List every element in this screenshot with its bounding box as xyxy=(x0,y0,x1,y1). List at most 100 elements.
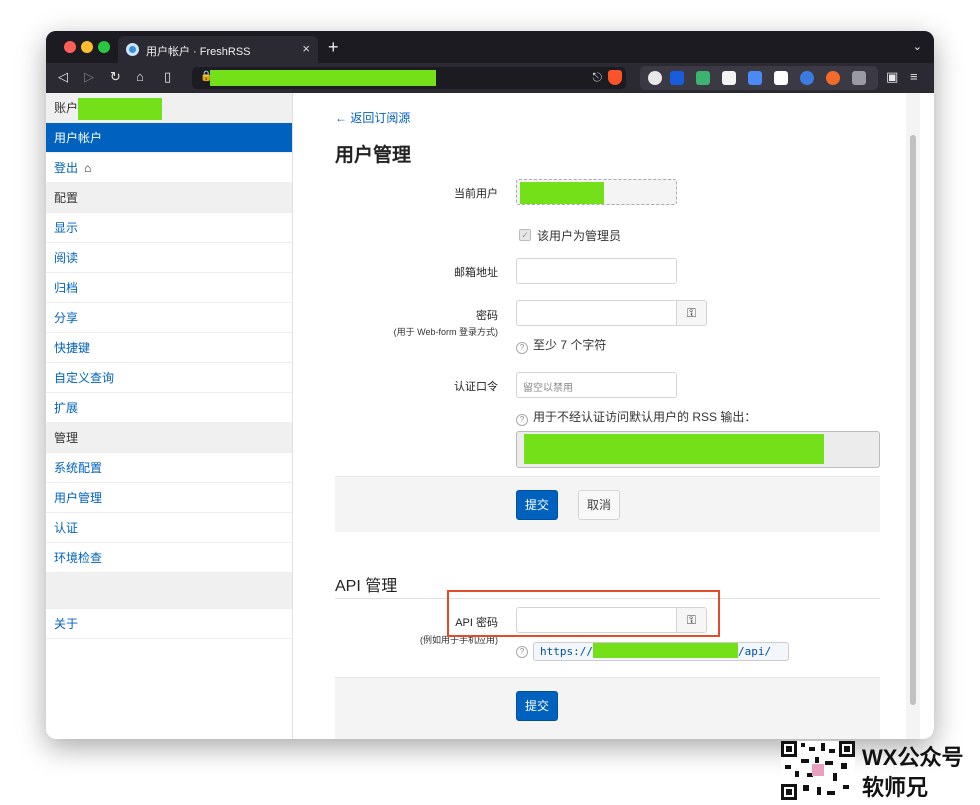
forward-icon[interactable]: ▷ xyxy=(84,69,94,85)
api-url: https:// /api/ xyxy=(533,642,789,661)
sidebar-item[interactable]: 阅读 xyxy=(46,243,292,273)
back-to-feeds-link[interactable]: ← 返回订阅源 xyxy=(335,109,410,126)
sidebar-item-label: 登出 xyxy=(54,161,79,175)
bookmark-icon[interactable]: ▯ xyxy=(164,69,171,85)
upload-icon[interactable] xyxy=(800,71,814,85)
api-url-prefix: https:// xyxy=(540,645,593,658)
password-label: 密码 xyxy=(476,310,498,322)
cancel-button[interactable]: 取消 xyxy=(578,490,620,520)
close-window-button[interactable] xyxy=(64,41,76,53)
sidebar-item-label: 环境检查 xyxy=(54,551,103,565)
address-bar[interactable]: 🔒 https:// ⎋ xyxy=(192,67,626,89)
sidebar-item-label: 系统配置 xyxy=(54,461,103,475)
scrollbar[interactable] xyxy=(906,93,920,739)
sidebar-section-header: 管理 xyxy=(46,423,292,453)
sidebar-item[interactable]: 关于 xyxy=(46,609,292,639)
sidebar-item[interactable]: 扩展 xyxy=(46,393,292,423)
wallet-icon[interactable]: ▣ xyxy=(886,69,898,85)
token-field[interactable]: 留空以禁用 xyxy=(516,372,677,398)
rss-output-url-field[interactable] xyxy=(516,431,880,468)
token-hint: ? 用于不经认证访问默认用户的 RSS 输出： xyxy=(516,408,756,426)
sidebar-item[interactable]: 分享 xyxy=(46,303,292,333)
translate-icon[interactable] xyxy=(748,71,762,85)
sidebar-item-label: 扩展 xyxy=(54,401,79,415)
orange-extension-icon[interactable] xyxy=(826,71,840,85)
chevron-down-icon[interactable]: ⌄ xyxy=(913,40,922,53)
tab-freshrss[interactable]: 用户帐户 · FreshRSS × xyxy=(118,36,318,63)
password-hint-text: 至少 7 个字符 xyxy=(533,338,607,352)
watermark-line2: 软师兄 xyxy=(862,775,929,800)
new-tab-button[interactable]: + xyxy=(328,38,339,56)
home-icon[interactable]: ⌂ xyxy=(136,69,144,85)
tab-title: 用户帐户 · FreshRSS xyxy=(146,46,251,58)
navigation-toolbar: ◁ ▷ ↻ ⌂ ▯ 🔒 https:// ⎋ ▣ ≡ xyxy=(46,63,934,93)
sidebar-item[interactable]: 认证 xyxy=(46,513,292,543)
sidebar-section-header xyxy=(46,573,292,609)
help-icon: ? xyxy=(516,342,528,354)
sidebar: 账户 用户帐户 登出 ⌂ 配置显示阅读归档分享快捷键自定义查询扩展管理系统配置用户管理… xyxy=(46,93,293,739)
shield-check-icon[interactable] xyxy=(696,71,710,85)
notion-icon[interactable] xyxy=(774,71,788,85)
api-section-title: API 管理 xyxy=(335,578,398,595)
email-label: 邮箱地址 xyxy=(454,267,498,279)
brave-shields-icon[interactable] xyxy=(608,70,622,85)
sidebar-item[interactable]: 环境检查 xyxy=(46,543,292,573)
is-admin-checkbox[interactable]: ✓ xyxy=(519,229,531,241)
api-form-actions: 提交 xyxy=(335,677,880,739)
sidebar-item-label: 分享 xyxy=(54,311,79,325)
bitwarden-icon[interactable] xyxy=(670,71,684,85)
current-user-label: 当前用户 xyxy=(454,188,498,200)
extensions-area xyxy=(640,66,878,90)
token-hint-text: 用于不经认证访问默认用户的 RSS 输出： xyxy=(533,410,757,424)
sidebar-item-label: 归档 xyxy=(54,281,79,295)
sidebar-item-label: 阅读 xyxy=(54,251,79,265)
password-key-button[interactable]: ⚿ xyxy=(676,300,707,326)
sidebar-item[interactable]: 归档 xyxy=(46,273,292,303)
main-content: ← 返回订阅源 用户管理 当前用户 ✓ 该用户为管理员 邮箱地址 密码 (用于 … xyxy=(294,93,920,739)
watermark-line1: WX公众号 xyxy=(862,745,964,770)
sidebar-item[interactable]: 系统配置 xyxy=(46,453,292,483)
sidebar-item-label: 管理 xyxy=(54,431,79,445)
cloud-extension-icon[interactable] xyxy=(648,71,662,85)
sidebar-item[interactable]: 快捷键 xyxy=(46,333,292,363)
sidebar-item-label: 快捷键 xyxy=(54,341,91,355)
minimize-window-button[interactable] xyxy=(81,41,93,53)
api-url-host-redacted xyxy=(592,643,738,658)
password-field[interactable] xyxy=(516,300,677,326)
sidebar-section-header: 配置 xyxy=(46,183,292,213)
scrollbar-thumb[interactable] xyxy=(910,135,916,705)
api-submit-button[interactable]: 提交 xyxy=(516,691,558,721)
is-admin-label: 该用户为管理员 xyxy=(537,229,622,243)
tab-close-icon[interactable]: × xyxy=(302,41,310,56)
form-actions: 提交 取消 xyxy=(335,476,880,532)
sidebar-item-label: 关于 xyxy=(54,617,79,631)
reload-icon[interactable]: ↻ xyxy=(110,69,121,85)
account-label: 账户 xyxy=(54,101,79,115)
rss-output-url-redacted xyxy=(524,434,824,464)
share-icon[interactable]: ⎋ xyxy=(593,70,603,85)
zoom-window-button[interactable] xyxy=(98,41,110,53)
puzzle-icon[interactable] xyxy=(852,71,866,85)
instapaper-icon[interactable] xyxy=(722,71,736,85)
submit-button[interactable]: 提交 xyxy=(516,490,558,520)
help-icon: ? xyxy=(516,646,528,658)
freshrss-favicon-icon xyxy=(126,43,139,56)
page-content: 账户 用户帐户 登出 ⌂ 配置显示阅读归档分享快捷键自定义查询扩展管理系统配置用户管理… xyxy=(46,93,934,739)
sidebar-item[interactable]: 自定义查询 xyxy=(46,363,292,393)
sidebar-item[interactable]: 用户帐户 xyxy=(46,123,292,153)
sidebar-item-label: 认证 xyxy=(54,521,79,535)
token-label: 认证口令 xyxy=(454,381,498,393)
key-icon: ⚿ xyxy=(686,306,697,320)
sidebar-item-label: 配置 xyxy=(54,191,79,205)
back-icon[interactable]: ◁ xyxy=(58,69,68,85)
menu-icon[interactable]: ≡ xyxy=(910,69,918,85)
api-url-suffix: /api/ xyxy=(737,645,772,658)
current-user-field xyxy=(516,179,677,205)
url-text-redacted: https:// xyxy=(210,70,436,86)
current-user-redacted xyxy=(520,182,604,204)
email-field[interactable] xyxy=(516,258,677,284)
sidebar-item[interactable]: 登出 ⌂ xyxy=(46,153,292,183)
sidebar-item[interactable]: 用户管理 xyxy=(46,483,292,513)
sidebar-item[interactable]: 显示 xyxy=(46,213,292,243)
sidebar-item-label: 显示 xyxy=(54,221,79,235)
